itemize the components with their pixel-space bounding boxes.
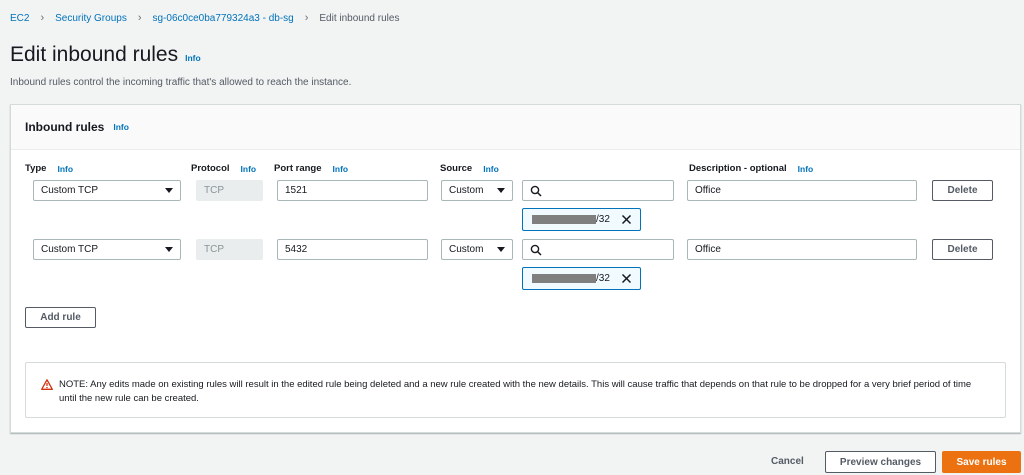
panel-header: Inbound rules Info [11,105,1020,150]
rule-2-delete-button[interactable]: Delete [932,239,993,260]
breadcrumb-security-groups[interactable]: Security Groups [55,13,127,24]
column-protocol: Protocol Info [191,163,256,174]
column-protocol-label: Protocol [191,163,230,174]
page-info-link[interactable]: Info [185,53,201,63]
chevron-right-icon: › [304,12,309,24]
panel-title: Inbound rules [25,120,105,134]
rule-2-protocol-field: TCP [196,239,263,260]
rule-1-cidr-suffix: /32 [596,214,610,225]
search-icon [530,244,542,256]
port-range-info-link[interactable]: Info [333,164,349,174]
rule-1-cidr-token: /32 [522,208,641,231]
redacted-ip [532,215,596,224]
rule-1-type-value: Custom TCP [41,185,99,196]
rule-2-cidr-token: /32 [522,267,641,290]
type-info-link[interactable]: Info [57,164,73,174]
rule-2-cidr-suffix: /32 [596,273,610,284]
rule-2-type-value: Custom TCP [41,244,99,255]
page-description: Inbound rules control the incoming traff… [10,77,352,88]
column-port-range-label: Port range [274,163,322,174]
column-port-range: Port range Info [274,163,348,174]
rule-2-type-select[interactable]: Custom TCP [33,239,181,260]
close-icon[interactable] [621,214,632,225]
rule-2-description-value: Office [695,244,721,255]
chevron-right-icon: › [137,12,142,24]
description-info-link[interactable]: Info [798,164,814,174]
column-source-label: Source [440,163,473,174]
page-title-text: Edit inbound rules [10,43,179,66]
rule-2-description-input[interactable]: Office [687,239,917,260]
cancel-button[interactable]: Cancel [771,456,804,467]
breadcrumb-security-group[interactable]: sg-06c0ce0ba779324a3 - db-sg [153,13,294,24]
protocol-info-link[interactable]: Info [241,164,257,174]
rule-2-source-select[interactable]: Custom [441,239,513,260]
caret-down-icon [165,247,173,252]
redacted-ip [532,274,596,283]
rule-1-protocol-field: TCP [196,180,263,201]
column-description-label: Description - optional [689,163,787,174]
breadcrumb-ec2[interactable]: EC2 [10,13,29,24]
rule-1-description-input[interactable]: Office [687,180,917,201]
column-type: Type Info [25,163,73,174]
rule-1-delete-button[interactable]: Delete [932,180,993,201]
breadcrumb-current: Edit inbound rules [319,12,400,24]
source-info-link[interactable]: Info [483,164,499,174]
rule-1-port-range-input[interactable]: 1521 [277,180,428,201]
warning-note: NOTE: Any edits made on existing rules w… [25,362,1006,418]
rule-1-source-search-input[interactable] [522,180,674,201]
rule-2-source-value: Custom [449,244,484,255]
rule-1-type-select[interactable]: Custom TCP [33,180,181,201]
panel-info-link[interactable]: Info [113,122,129,132]
column-source: Source Info [440,163,499,174]
close-icon[interactable] [621,273,632,284]
search-icon [530,185,542,197]
rule-1-source-select[interactable]: Custom [441,180,513,201]
rule-1-protocol-value: TCP [204,185,224,196]
rule-2-protocol-value: TCP [204,244,224,255]
warning-icon [41,379,53,390]
inbound-rules-panel: Inbound rules Info Type Info Protocol In… [10,104,1021,433]
rule-1-port-range-value: 1521 [285,185,308,196]
caret-down-icon [497,247,505,252]
rule-2-source-search-input[interactable] [522,239,674,260]
add-rule-button[interactable]: Add rule [25,307,96,328]
rule-1-source-value: Custom [449,185,484,196]
caret-down-icon [165,188,173,193]
warning-note-text: NOTE: Any edits made on existing rules w… [59,379,972,404]
preview-changes-button[interactable]: Preview changes [825,451,936,473]
column-description: Description - optional Info [689,163,813,174]
page-title: Edit inbound rules Info [10,43,201,67]
rule-2-port-range-value: 5432 [285,244,308,255]
breadcrumb: EC2 › Security Groups › sg-06c0ce0ba7793… [10,12,399,24]
caret-down-icon [497,188,505,193]
rule-1-description-value: Office [695,185,721,196]
save-rules-button[interactable]: Save rules [942,451,1021,473]
rule-2-port-range-input[interactable]: 5432 [277,239,428,260]
column-type-label: Type [25,163,47,174]
chevron-right-icon: › [40,12,45,24]
